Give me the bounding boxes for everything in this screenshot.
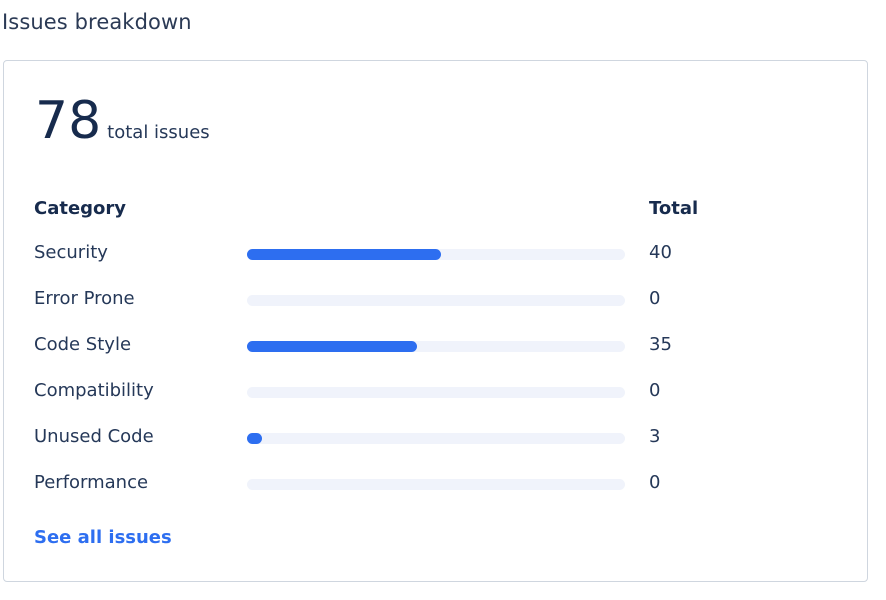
issues-breakdown-card: 78 total issues Category Total Security … [3,60,868,582]
see-all-issues-link[interactable]: See all issues [34,527,172,548]
category-label: Unused Code [34,426,154,447]
category-total: 3 [649,426,661,447]
total-summary: 78 total issues [35,91,210,151]
category-label: Error Prone [34,288,135,309]
column-header-total: Total [649,198,699,219]
category-total: 35 [649,334,672,355]
category-bar-track [247,387,625,398]
column-header-category: Category [34,198,127,219]
category-row-performance: Performance 0 [34,471,734,517]
category-bar-track [247,433,625,444]
category-row-security: Security 40 [34,241,734,287]
category-label: Security [34,242,108,263]
category-label: Code Style [34,334,132,355]
category-label: Compatibility [34,380,154,401]
category-row-unused-code: Unused Code 3 [34,425,734,471]
category-row-code-style: Code Style 35 [34,333,734,379]
total-issues-count: 78 [35,91,102,151]
category-total: 0 [649,288,661,309]
category-row-compatibility: Compatibility 0 [34,379,734,425]
category-total: 0 [649,472,661,493]
category-total: 0 [649,380,661,401]
category-list: Security 40 Error Prone 0 Code Style 35 … [34,241,734,517]
category-bar-track [247,295,625,306]
category-bar-track [247,341,625,352]
total-issues-label: total issues [107,122,210,143]
category-bar-fill [247,433,262,444]
category-total: 40 [649,242,672,263]
category-bar-track [247,249,625,260]
category-bar-fill [247,249,441,260]
category-bar-track [247,479,625,490]
category-row-error-prone: Error Prone 0 [34,287,734,333]
section-title: Issues breakdown [2,10,192,34]
category-label: Performance [34,472,149,493]
category-bar-fill [247,341,417,352]
